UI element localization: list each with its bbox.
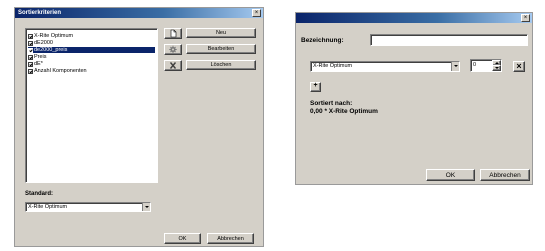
document-icon	[170, 29, 177, 38]
new-button[interactable]: Neu	[186, 28, 256, 38]
name-label: Bezeichnung:	[301, 37, 344, 44]
sorted-by-value: 0,00 * X-Rite Optimum	[310, 108, 378, 115]
close-icon: ×	[523, 15, 528, 21]
checkbox-icon[interactable]	[28, 61, 33, 67]
remove-criterion-button[interactable]: ×	[513, 61, 525, 72]
checkbox-icon[interactable]	[28, 68, 33, 74]
cancel-button-left[interactable]: Abbrechen	[207, 233, 254, 244]
criteria-list[interactable]: X-Rite Optimum dE2000 de2000_preis Preis…	[25, 28, 158, 183]
checkbox-icon[interactable]	[28, 47, 33, 53]
sort-criteria-dialog: Sortierkriterien × X-Rite Optimum dE2000…	[14, 7, 264, 247]
checkbox-icon[interactable]	[28, 33, 33, 39]
checkbox-icon[interactable]	[28, 40, 33, 46]
close-icon: ×	[254, 10, 259, 16]
add-criterion-button[interactable]: +	[310, 82, 321, 92]
close-button[interactable]: ×	[252, 9, 261, 17]
delete-icon-button[interactable]	[164, 60, 182, 71]
list-item[interactable]: X-Rite Optimum	[28, 33, 73, 39]
chevron-down-icon[interactable]	[142, 203, 150, 211]
list-item[interactable]: Preis	[28, 54, 47, 60]
name-input[interactable]	[370, 34, 528, 46]
gear-icon	[169, 45, 177, 54]
stepper-down-icon[interactable]	[492, 65, 501, 71]
list-item[interactable]: Anzahl Komponenten	[28, 68, 87, 74]
ok-button[interactable]: OK	[426, 169, 475, 181]
list-item-selected[interactable]: de2000_preis	[28, 47, 155, 53]
criterion-select[interactable]: X-Rite Optimum	[310, 61, 460, 72]
delete-icon	[169, 62, 177, 69]
checkbox-icon[interactable]	[28, 54, 33, 60]
edit-criterion-dialog: × Bezeichnung: X-Rite Optimum 0 × + Sort…	[295, 12, 533, 185]
list-item[interactable]: dE*	[28, 61, 43, 67]
close-button[interactable]: ×	[521, 14, 530, 22]
cancel-button[interactable]: Abbrechen	[480, 169, 530, 181]
dialog-title: Sortierkriterien	[18, 10, 62, 16]
weight-stepper[interactable]: 0	[470, 59, 502, 72]
title-bar: Sortierkriterien ×	[15, 8, 263, 18]
standard-label: Standard:	[25, 191, 54, 197]
standard-select[interactable]: X-Rite Optimum	[25, 202, 151, 212]
chevron-down-icon[interactable]	[451, 62, 459, 71]
edit-button[interactable]: Bearbeiten	[186, 44, 256, 54]
sorted-by-label: Sortiert nach:	[310, 100, 353, 107]
ok-button-left[interactable]: OK	[164, 233, 201, 244]
new-icon-button[interactable]	[164, 28, 182, 39]
list-item[interactable]: dE2000	[28, 40, 53, 46]
title-bar: ×	[296, 13, 532, 23]
delete-button[interactable]: Löschen	[186, 60, 256, 70]
edit-icon-button[interactable]	[164, 44, 182, 55]
